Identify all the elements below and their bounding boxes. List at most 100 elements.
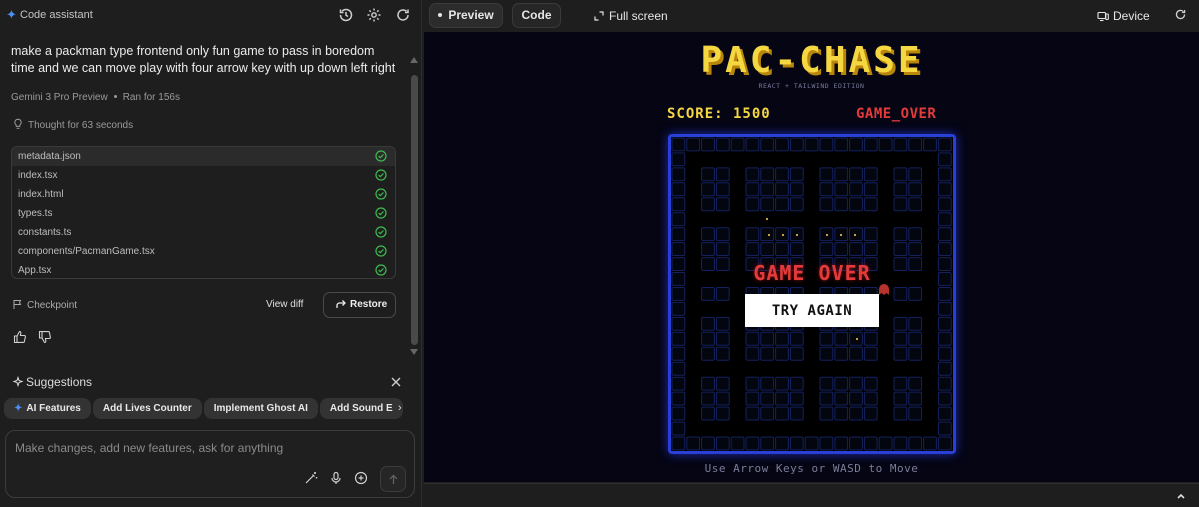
chat-scrollbar[interactable] [410,55,418,358]
maze-wall-tile [937,406,952,421]
maze-wall-tile [893,316,908,331]
file-row[interactable]: constants.ts [12,223,395,242]
tab-code[interactable]: Code [512,3,561,28]
maze-wall-tile [908,331,923,346]
maze-wall-tile [715,227,730,242]
scroll-down-arrow[interactable] [410,349,418,355]
maze-wall-tile [819,331,834,346]
maze-wall-tile [893,197,908,212]
expand-icon [594,11,604,21]
send-button[interactable] [380,466,406,492]
file-name: metadata.json [18,151,81,162]
maze-wall-tile [893,346,908,361]
thumbs-up-icon[interactable] [13,330,27,344]
maze-wall-tile [671,137,686,152]
thumbs-down-icon[interactable] [38,330,52,344]
suggestions-header: Suggestions [12,375,92,389]
file-row[interactable]: index.html [12,185,395,204]
maze-wall-tile [819,391,834,406]
maze-wall-tile [745,197,760,212]
game-title: PAC-CHASE [700,40,923,81]
microphone-icon[interactable] [329,471,343,485]
maze-wall-tile [760,406,775,421]
refresh-icon[interactable] [1174,8,1187,21]
chip-add-sound[interactable]: Add Sound E [319,398,403,419]
game-subtitle: REACT + TAILWIND EDITION [758,82,865,90]
chip-ai-features[interactable]: ✦ AI Features [4,398,91,419]
maze-wall-tile [671,406,686,421]
maze-wall-tile [937,227,952,242]
app-window: ✦ Code assistant make a packman type fro… [0,0,1199,507]
maze-wall-tile [715,287,730,301]
maze-wall-tile [937,182,952,197]
maze-wall-tile [863,331,878,346]
maze-wall-tile [908,182,923,197]
maze-wall-tile [701,137,715,152]
maze-wall-tile [863,167,878,182]
maze-wall-tile [863,391,878,406]
chevron-up-icon[interactable] [1176,491,1186,501]
maze-wall-tile [789,376,804,391]
fullscreen-button[interactable]: Full screen [594,9,668,23]
maze-wall-tile [893,391,908,406]
restore-button[interactable]: Restore [323,292,396,318]
maze-wall-tile [745,376,760,391]
device-icon [1097,11,1109,22]
file-row[interactable]: types.ts [12,204,395,223]
maze-wall-tile [937,361,952,376]
file-row[interactable]: index.tsx [12,166,395,185]
maze-wall-tile [863,137,878,152]
pellet [825,233,829,237]
scroll-up-arrow[interactable] [410,57,418,63]
maze-wall-tile [715,376,730,391]
maze-wall-tile [745,167,760,182]
maze-wall-tile [789,331,804,346]
maze-wall-tile [834,182,849,197]
maze-wall-tile [671,301,686,316]
maze-wall-tile [789,391,804,406]
chip-implement-ghost-ai[interactable]: Implement Ghost AI [203,398,318,419]
model-name: Gemini 3 Pro Preview [11,92,108,103]
file-row[interactable]: components/PacmanGame.tsx [12,242,395,261]
game-preview[interactable]: PAC-CHASE REACT + TAILWIND EDITION SCORE… [424,32,1199,482]
scrollbar-thumb[interactable] [411,75,418,345]
prompt-input[interactable] [15,438,395,458]
add-circle-icon[interactable] [354,471,368,485]
maze-wall-tile [701,287,715,301]
flag-icon [13,300,22,309]
file-row[interactable]: metadata.json [12,147,395,166]
assistant-header: ✦ Code assistant [0,0,422,30]
chip-add-lives-counter[interactable]: Add Lives Counter [92,398,202,419]
maze-wall-tile [863,406,878,421]
file-name: index.html [18,189,64,200]
file-name: index.tsx [18,170,58,181]
maze-wall-tile [760,167,775,182]
thought-toggle[interactable]: Thought for 63 seconds [12,118,133,131]
device-button[interactable]: Device [1097,9,1150,23]
settings-icon[interactable] [366,7,382,23]
maze-wall-tile [819,182,834,197]
maze-wall-tile [893,287,908,301]
try-again-button[interactable]: TRY AGAIN [745,294,879,327]
refresh-icon[interactable] [395,7,411,23]
close-icon[interactable] [390,376,402,388]
maze-wall-tile [775,376,789,391]
maze-wall-tile [775,242,789,256]
maze-wall-tile [789,346,804,361]
maze-wall-tile [893,376,908,391]
maze-wall-tile [923,436,937,451]
pellet [767,233,771,237]
maze-wall-tile [686,436,701,451]
history-icon[interactable] [338,7,354,23]
maze-wall-tile [715,182,730,197]
lightbulb-icon [14,118,22,129]
chevron-right-icon[interactable]: › [398,402,402,414]
tab-preview[interactable]: Preview [429,3,503,28]
thought-label: Thought for 63 seconds [28,120,134,131]
check-circle-icon [375,264,387,276]
maze-wall-tile [849,242,863,256]
file-row[interactable]: App.tsx [12,261,395,278]
magic-wand-icon[interactable] [304,471,318,485]
maze-wall-tile [715,137,730,152]
view-diff-button[interactable]: View diff [266,299,303,310]
